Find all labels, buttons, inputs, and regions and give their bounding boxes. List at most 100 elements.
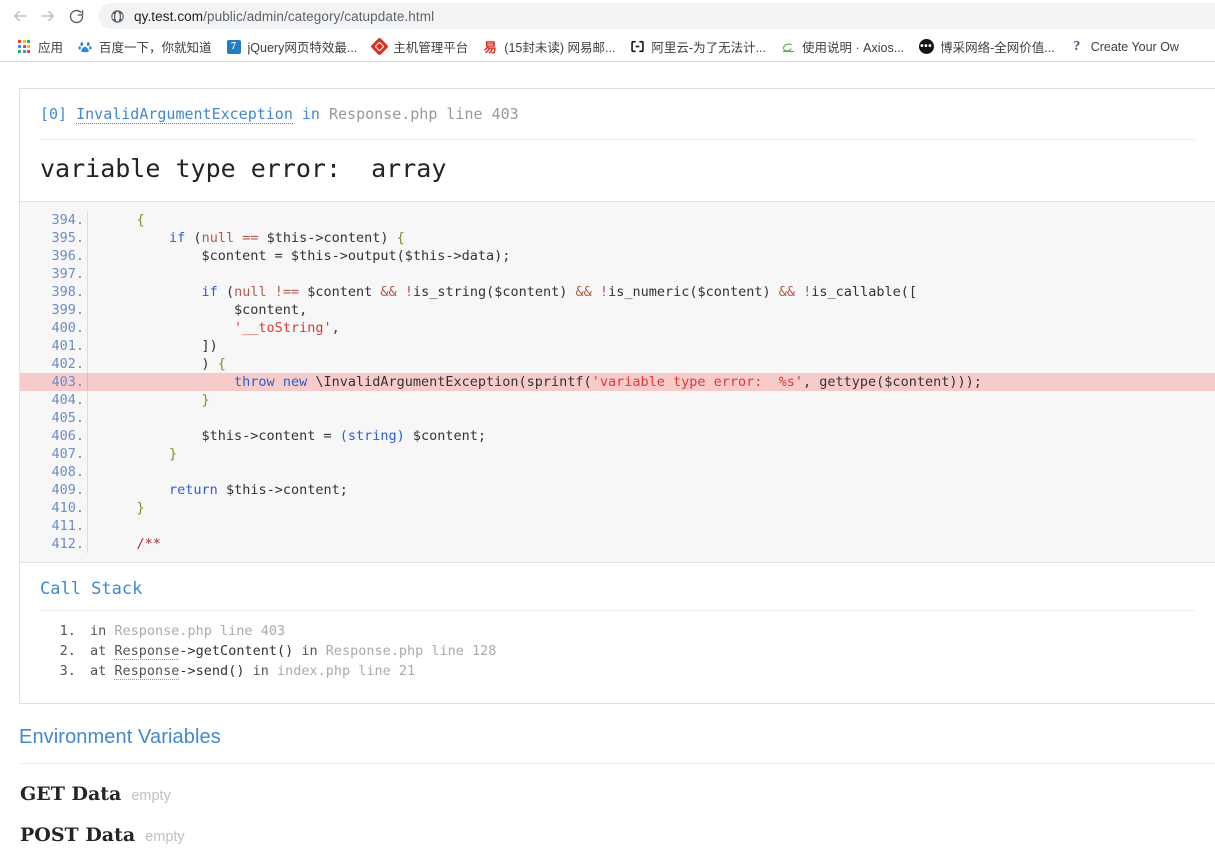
bocai-dots-icon: ••• — [918, 39, 934, 54]
code-line: 412. /** — [20, 534, 1215, 553]
call-stack-frame: in Response.php line 403 — [84, 621, 1195, 641]
code-line-source: '__toString', — [234, 319, 340, 336]
code-line-source: } — [169, 445, 178, 462]
call-stack-file: index.php line 21 — [276, 662, 416, 679]
bookmark-host-admin[interactable]: 主机管理平台 — [364, 35, 475, 59]
exception-panel: [0] InvalidArgumentException in Response… — [19, 88, 1215, 704]
bookmark-label: 应用 — [38, 41, 64, 55]
code-line-number: 395. — [20, 228, 88, 247]
code-line-number: 397. — [20, 264, 88, 283]
bookmark-label: 阿里云-为了无法计... — [651, 41, 767, 55]
code-line: 410. } — [20, 498, 1215, 517]
code-line: 396. $content = $this->output($this->dat… — [20, 246, 1215, 265]
call-stack-keyword: at — [90, 642, 115, 659]
call-stack-file: Response.php line 128 — [325, 642, 497, 659]
reload-button[interactable] — [62, 2, 90, 30]
code-line-source: } — [201, 391, 210, 408]
code-line-source: $this->content = (string) $content; — [104, 427, 487, 444]
code-line-number: 398. — [20, 282, 88, 301]
code-line: 397. — [20, 264, 1215, 283]
bookmark-netease-mail[interactable]: 易 (15封未读) 网易邮... — [475, 35, 622, 59]
bookmark-create-your-own[interactable]: ? Create Your Ow — [1062, 35, 1186, 59]
call-stack-frame: at Response->send() in index.php line 21 — [84, 661, 1195, 681]
code-line: 402. ) { — [20, 354, 1215, 373]
code-line-number: 407. — [20, 444, 88, 463]
baidu-paw-icon — [77, 39, 93, 55]
code-line: 400. '__toString', — [20, 318, 1215, 337]
code-line: 409. return $this->content; — [20, 480, 1215, 499]
bookmark-aliyun[interactable]: 阿里云-为了无法计... — [622, 35, 773, 59]
call-stack-class[interactable]: Response — [114, 662, 180, 680]
code-line: 405. — [20, 408, 1215, 427]
code-line-source: return $this->content; — [169, 481, 348, 498]
call-stack-file: Response.php line 403 — [114, 622, 286, 639]
code-line: 406. $this->content = (string) $content; — [20, 426, 1215, 445]
code-line: 394. { — [20, 210, 1215, 229]
globe-icon[interactable] — [109, 8, 125, 24]
environment-value: empty — [131, 787, 171, 804]
code-line-number: 394. — [20, 210, 88, 229]
code-line-number: 412. — [20, 534, 88, 553]
bookmark-label: jQuery网页特效最... — [247, 41, 358, 55]
error-page: [0] InvalidArgumentException in Response… — [0, 88, 1215, 866]
environment-rows: GET DataemptyPOST DataemptyFilesempty — [19, 764, 1215, 866]
exception-header: [0] InvalidArgumentException in Response… — [20, 89, 1215, 128]
call-stack-title: Call Stack — [40, 578, 143, 599]
exception-index: [0] — [40, 105, 68, 123]
code-line-number: 404. — [20, 390, 88, 409]
call-stack-function: ->send() — [179, 662, 253, 679]
environment-key: POST Data — [20, 823, 136, 846]
code-line-source: { — [136, 211, 145, 228]
call-stack-section: Call Stack in Response.php line 403at Re… — [20, 562, 1215, 703]
code-line-source: /** — [136, 535, 161, 552]
call-stack-frame: at Response->getContent() in Response.ph… — [84, 641, 1195, 661]
axios-leaf-icon — [780, 39, 796, 55]
url-text: qy.test.com/public/admin/category/catupd… — [134, 9, 434, 24]
code-line: 398. if (null !== $content && !is_string… — [20, 282, 1215, 301]
bookmark-baidu[interactable]: 百度一下，你就知道 — [70, 35, 219, 59]
call-stack-in-word: in — [252, 662, 277, 679]
url-host: qy.test.com — [134, 8, 204, 24]
reload-icon — [68, 8, 85, 25]
code-line-number: 406. — [20, 426, 88, 445]
arrow-right-icon — [39, 7, 57, 25]
browser-chrome: qy.test.com/public/admin/category/catupd… — [0, 0, 1215, 62]
code-line-source: $content, — [104, 301, 308, 318]
call-stack-in-word: in — [301, 642, 326, 659]
bookmarks-bar: 应用 百度一下，你就知道 7 jQuery网页特效最... 主机管理平台 易 (… — [0, 32, 1215, 61]
apps-grid-icon — [16, 39, 32, 55]
call-stack-list: in Response.php line 403at Response->get… — [40, 621, 1195, 681]
environment-row: GET Data empty — [19, 764, 1215, 805]
bookmark-label: Create Your Ow — [1090, 39, 1179, 54]
source-code-block: 394. {395. if (null == $this->content) {… — [20, 200, 1215, 563]
call-stack-divider — [40, 609, 1195, 611]
code-line-number: 403. — [20, 372, 88, 391]
browser-toolbar: qy.test.com/public/admin/category/catupd… — [0, 0, 1215, 32]
bookmark-label: 主机管理平台 — [393, 41, 469, 55]
code-line-source: ) { — [104, 355, 226, 372]
forward-button[interactable] — [34, 2, 62, 30]
code-line-source: ]) — [104, 337, 218, 354]
bookmark-bocai-network[interactable]: ••• 博采网络-全网价值... — [911, 35, 1062, 59]
code-line: 408. — [20, 462, 1215, 481]
code-line: 411. — [20, 516, 1215, 535]
bookmark-jquery[interactable]: 7 jQuery网页特效最... — [219, 35, 365, 59]
address-bar[interactable]: qy.test.com/public/admin/category/catupd… — [98, 3, 1215, 29]
arrow-left-icon — [11, 7, 29, 25]
exception-title-line: [0] InvalidArgumentException in Response… — [40, 103, 1195, 126]
environment-key: GET Data — [20, 782, 122, 805]
code-line: 395. if (null == $this->content) { — [20, 228, 1215, 247]
code-line: 403. throw new \InvalidArgumentException… — [20, 372, 1215, 391]
bookmark-apps[interactable]: 应用 — [9, 35, 70, 59]
code-line: 404. } — [20, 390, 1215, 409]
exception-class-name[interactable]: InvalidArgumentException — [76, 105, 293, 124]
back-button[interactable] — [6, 2, 34, 30]
call-stack-class[interactable]: Response — [114, 642, 180, 660]
call-stack-keyword: in — [90, 622, 115, 639]
bookmark-label: 使用说明 · Axios... — [802, 41, 905, 55]
code-line-source: throw new \InvalidArgumentException(spri… — [234, 373, 982, 390]
code-line: 407. } — [20, 444, 1215, 463]
bookmark-axios-docs[interactable]: 使用说明 · Axios... — [773, 35, 911, 59]
code-line-number: 396. — [20, 246, 88, 265]
call-stack-keyword: at — [90, 662, 115, 679]
